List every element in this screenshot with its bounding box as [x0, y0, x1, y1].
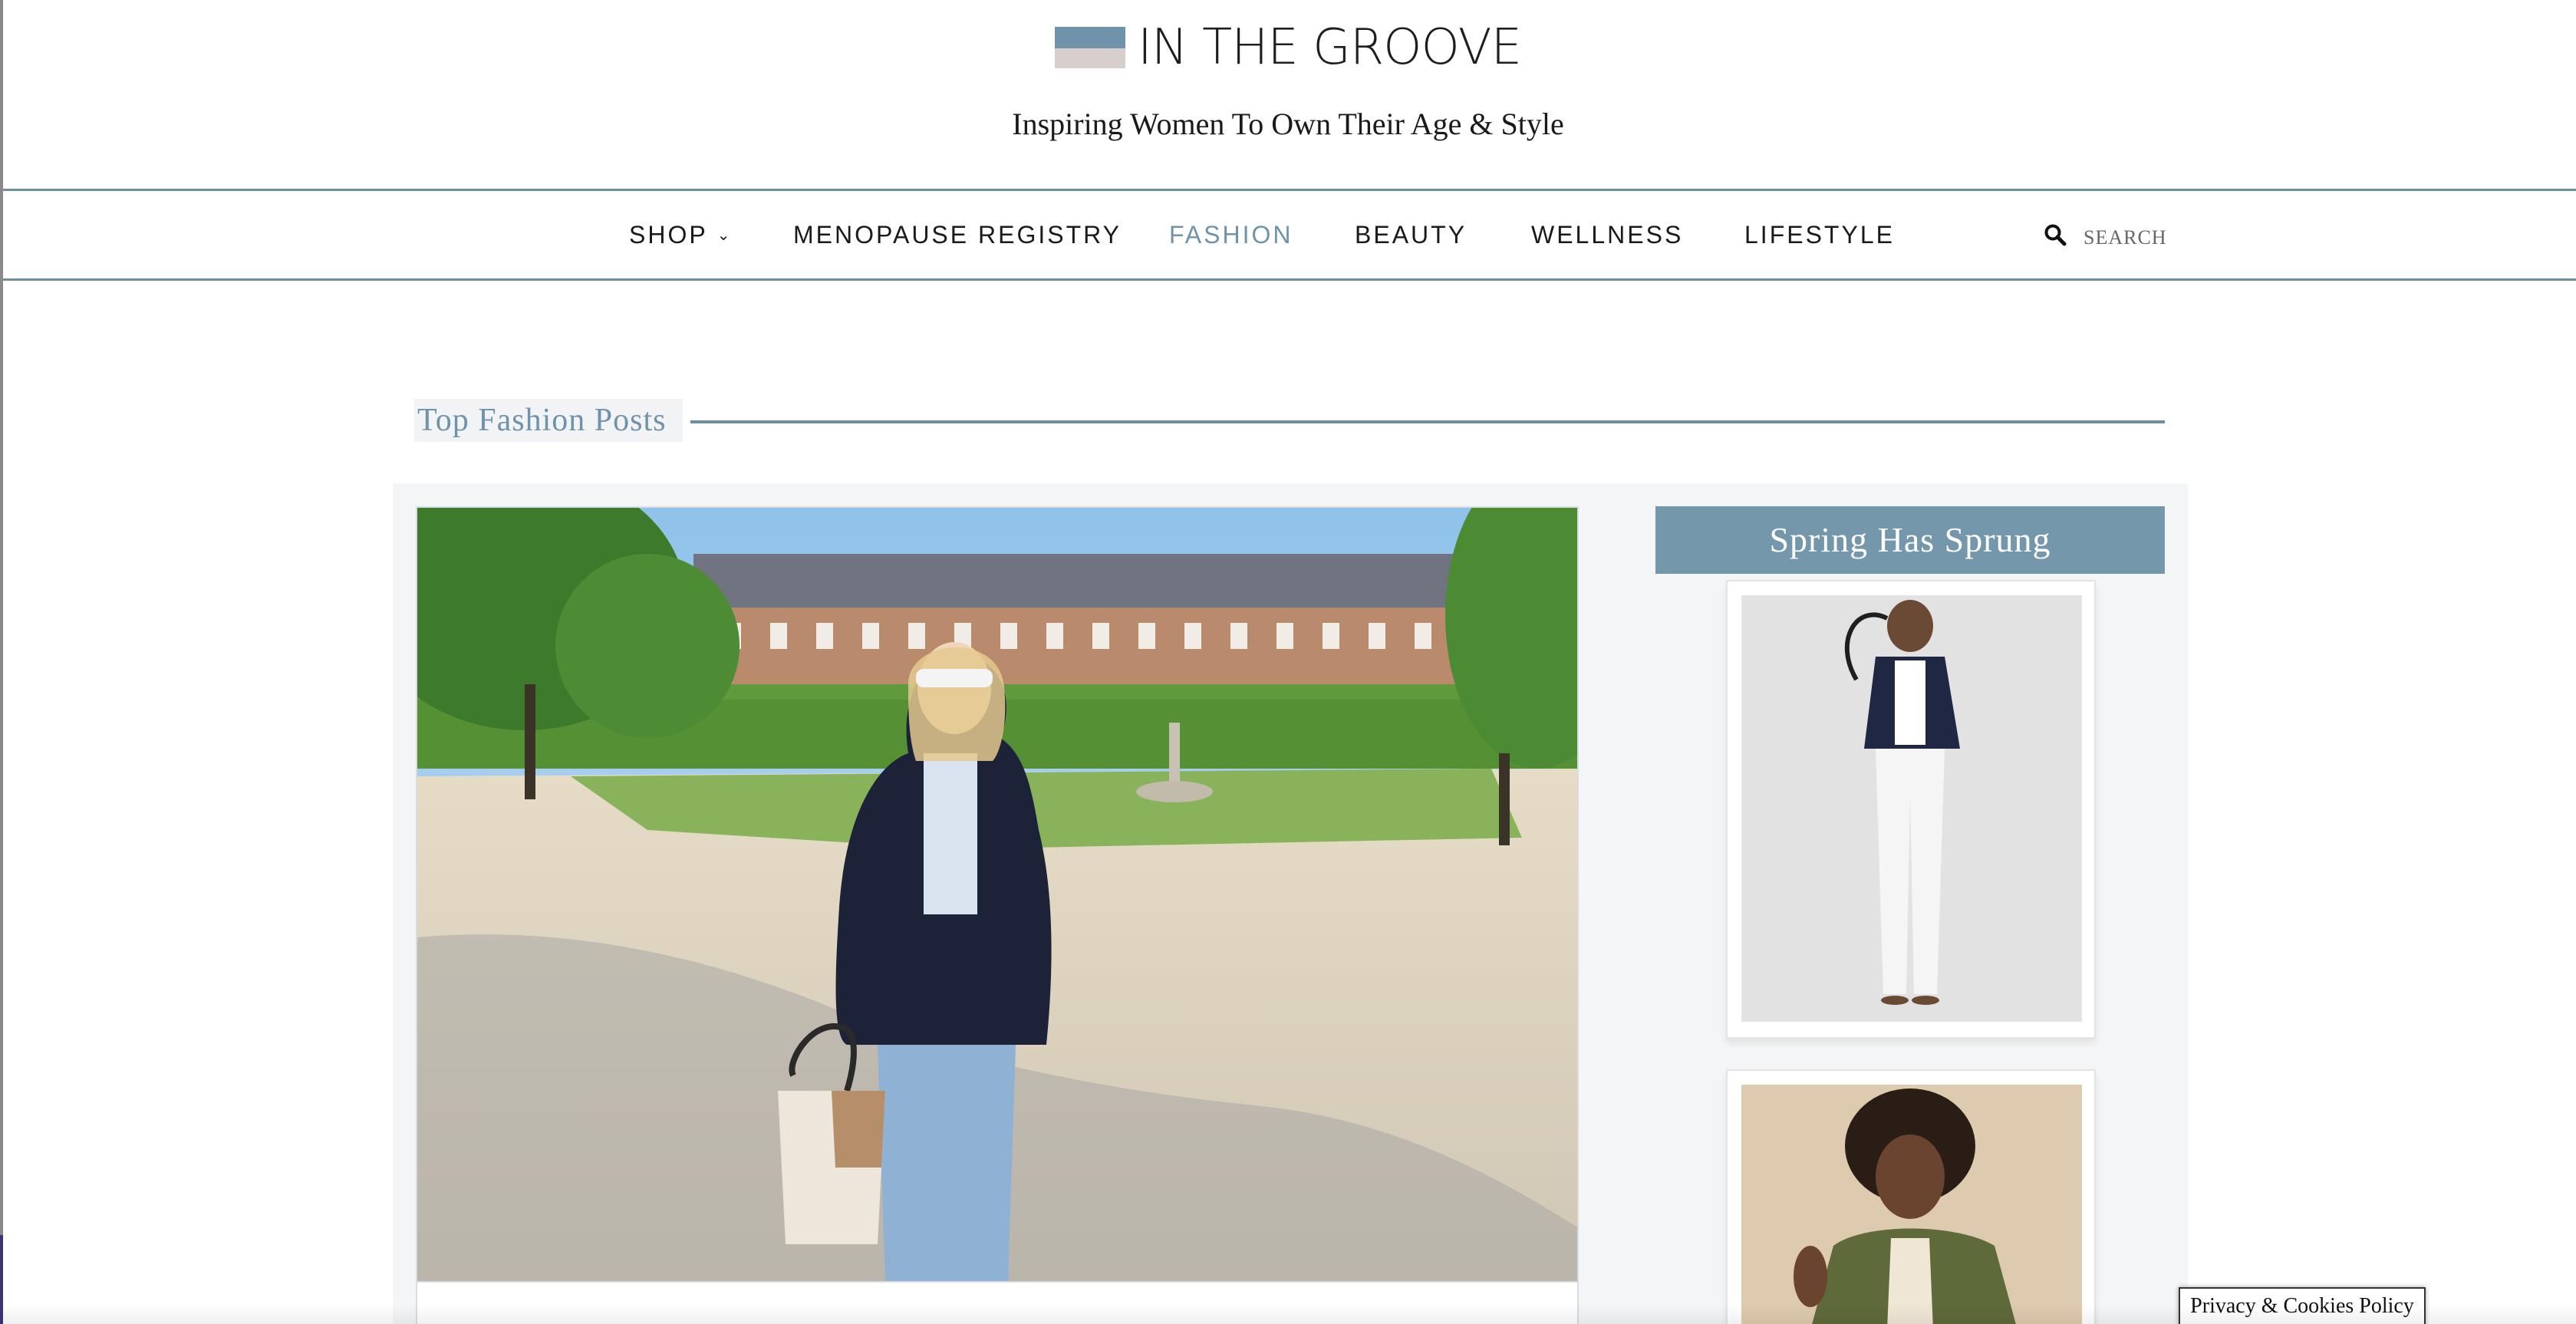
nav-item-fashion[interactable]: FASHION — [1169, 191, 1293, 278]
page-edge-accent — [0, 1235, 3, 1324]
section-divider — [690, 420, 2165, 423]
featured-post-caption — [416, 1283, 1579, 1324]
nav-item-menopause-registry[interactable]: MENOPAUSE REGISTRY — [793, 191, 1122, 278]
nav-search — [2044, 191, 2206, 278]
chevron-down-icon: ⌄ — [716, 227, 730, 244]
nav-item-wellness[interactable]: WELLNESS — [1531, 191, 1683, 278]
section-heading: Top Fashion Posts — [414, 399, 2165, 442]
product-card[interactable] — [1726, 1069, 2096, 1324]
site-tagline: Inspiring Women To Own Their Age & Style — [1012, 107, 1564, 141]
product-image[interactable] — [1741, 595, 2082, 1022]
sidebar-widget-title: Spring Has Sprung — [1655, 506, 2165, 574]
nav-item-beauty[interactable]: BEAUTY — [1355, 191, 1467, 278]
product-card[interactable] — [1726, 580, 2096, 1039]
nav-item-lifestyle[interactable]: LIFESTYLE — [1744, 191, 1895, 278]
logo-mark-icon — [1055, 27, 1125, 68]
product-image[interactable] — [1741, 1085, 2082, 1324]
nav-item-label: SHOP — [629, 221, 708, 249]
site-logo[interactable]: IN THE GROOVE — [0, 23, 2576, 72]
privacy-cookies-button[interactable]: Privacy & Cookies Policy — [2179, 1287, 2426, 1324]
featured-post-image[interactable] — [416, 506, 1579, 1283]
search-input[interactable] — [2084, 220, 2206, 249]
brand-name: IN THE GROOVE — [1138, 19, 1522, 76]
main-nav: SHOP ⌄ MENOPAUSE REGISTRY FASHION BEAUTY … — [3, 189, 2576, 281]
search-icon[interactable] — [2044, 223, 2067, 246]
nav-item-shop[interactable]: SHOP ⌄ — [629, 191, 730, 278]
section-title: Top Fashion Posts — [414, 399, 684, 442]
